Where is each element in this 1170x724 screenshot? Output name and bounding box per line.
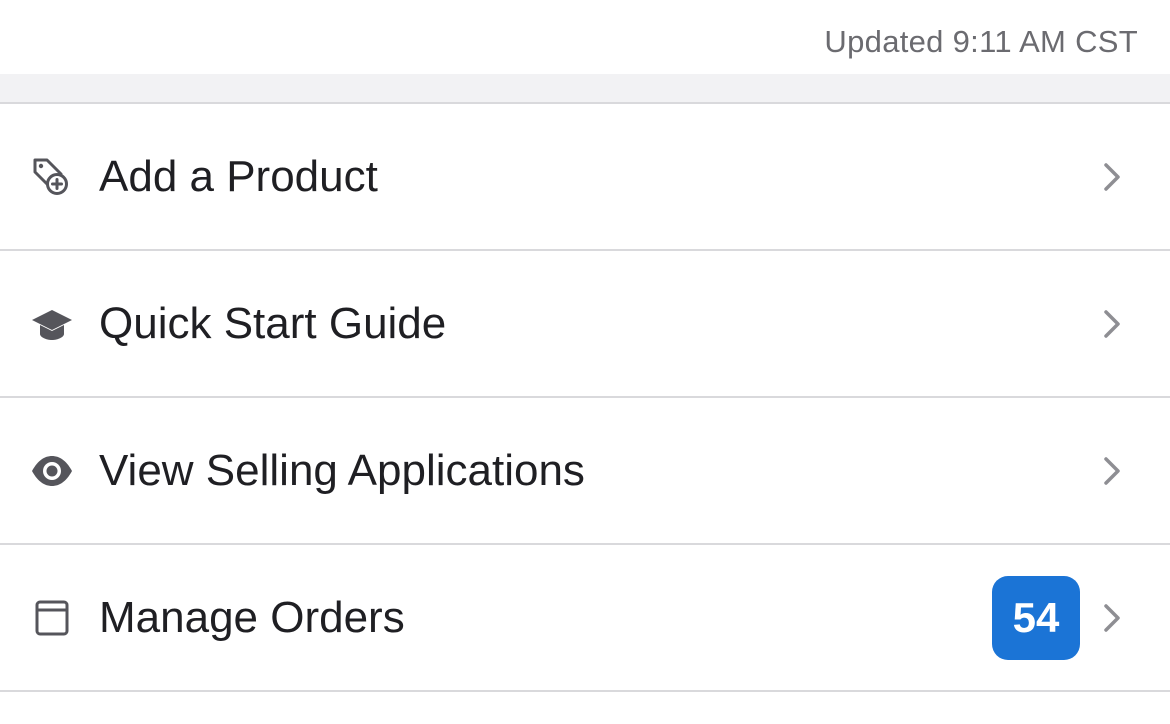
updated-header: Updated 9:11 AM CST [0, 0, 1170, 74]
menu-item-label: View Selling Applications [99, 445, 585, 495]
quick-actions-screen: Updated 9:11 AM CST Add a Product Quick … [0, 0, 1170, 724]
menu-item-manage-orders[interactable]: Manage Orders 54 [0, 545, 1170, 692]
graduation-cap-icon [30, 302, 74, 346]
chevron-right-icon [1100, 453, 1124, 489]
menu-list: Add a Product Quick Start Guide View Sel… [0, 104, 1170, 692]
order-count-badge: 54 [992, 575, 1080, 660]
menu-item-quick-start-guide[interactable]: Quick Start Guide [0, 251, 1170, 398]
chevron-right-icon [1100, 306, 1124, 342]
menu-item-view-selling-applications[interactable]: View Selling Applications [0, 398, 1170, 545]
chevron-right-icon [1100, 600, 1124, 636]
archive-box-icon [30, 596, 74, 640]
tag-plus-icon [30, 155, 74, 199]
menu-item-label: Manage Orders [99, 592, 405, 642]
eye-icon [30, 449, 74, 493]
updated-timestamp: Updated 9:11 AM CST [824, 24, 1138, 59]
menu-item-add-product[interactable]: Add a Product [0, 104, 1170, 251]
section-divider [0, 74, 1170, 104]
chevron-right-icon [1100, 159, 1124, 195]
menu-item-label: Quick Start Guide [99, 298, 447, 348]
menu-item-label: Add a Product [99, 151, 378, 201]
